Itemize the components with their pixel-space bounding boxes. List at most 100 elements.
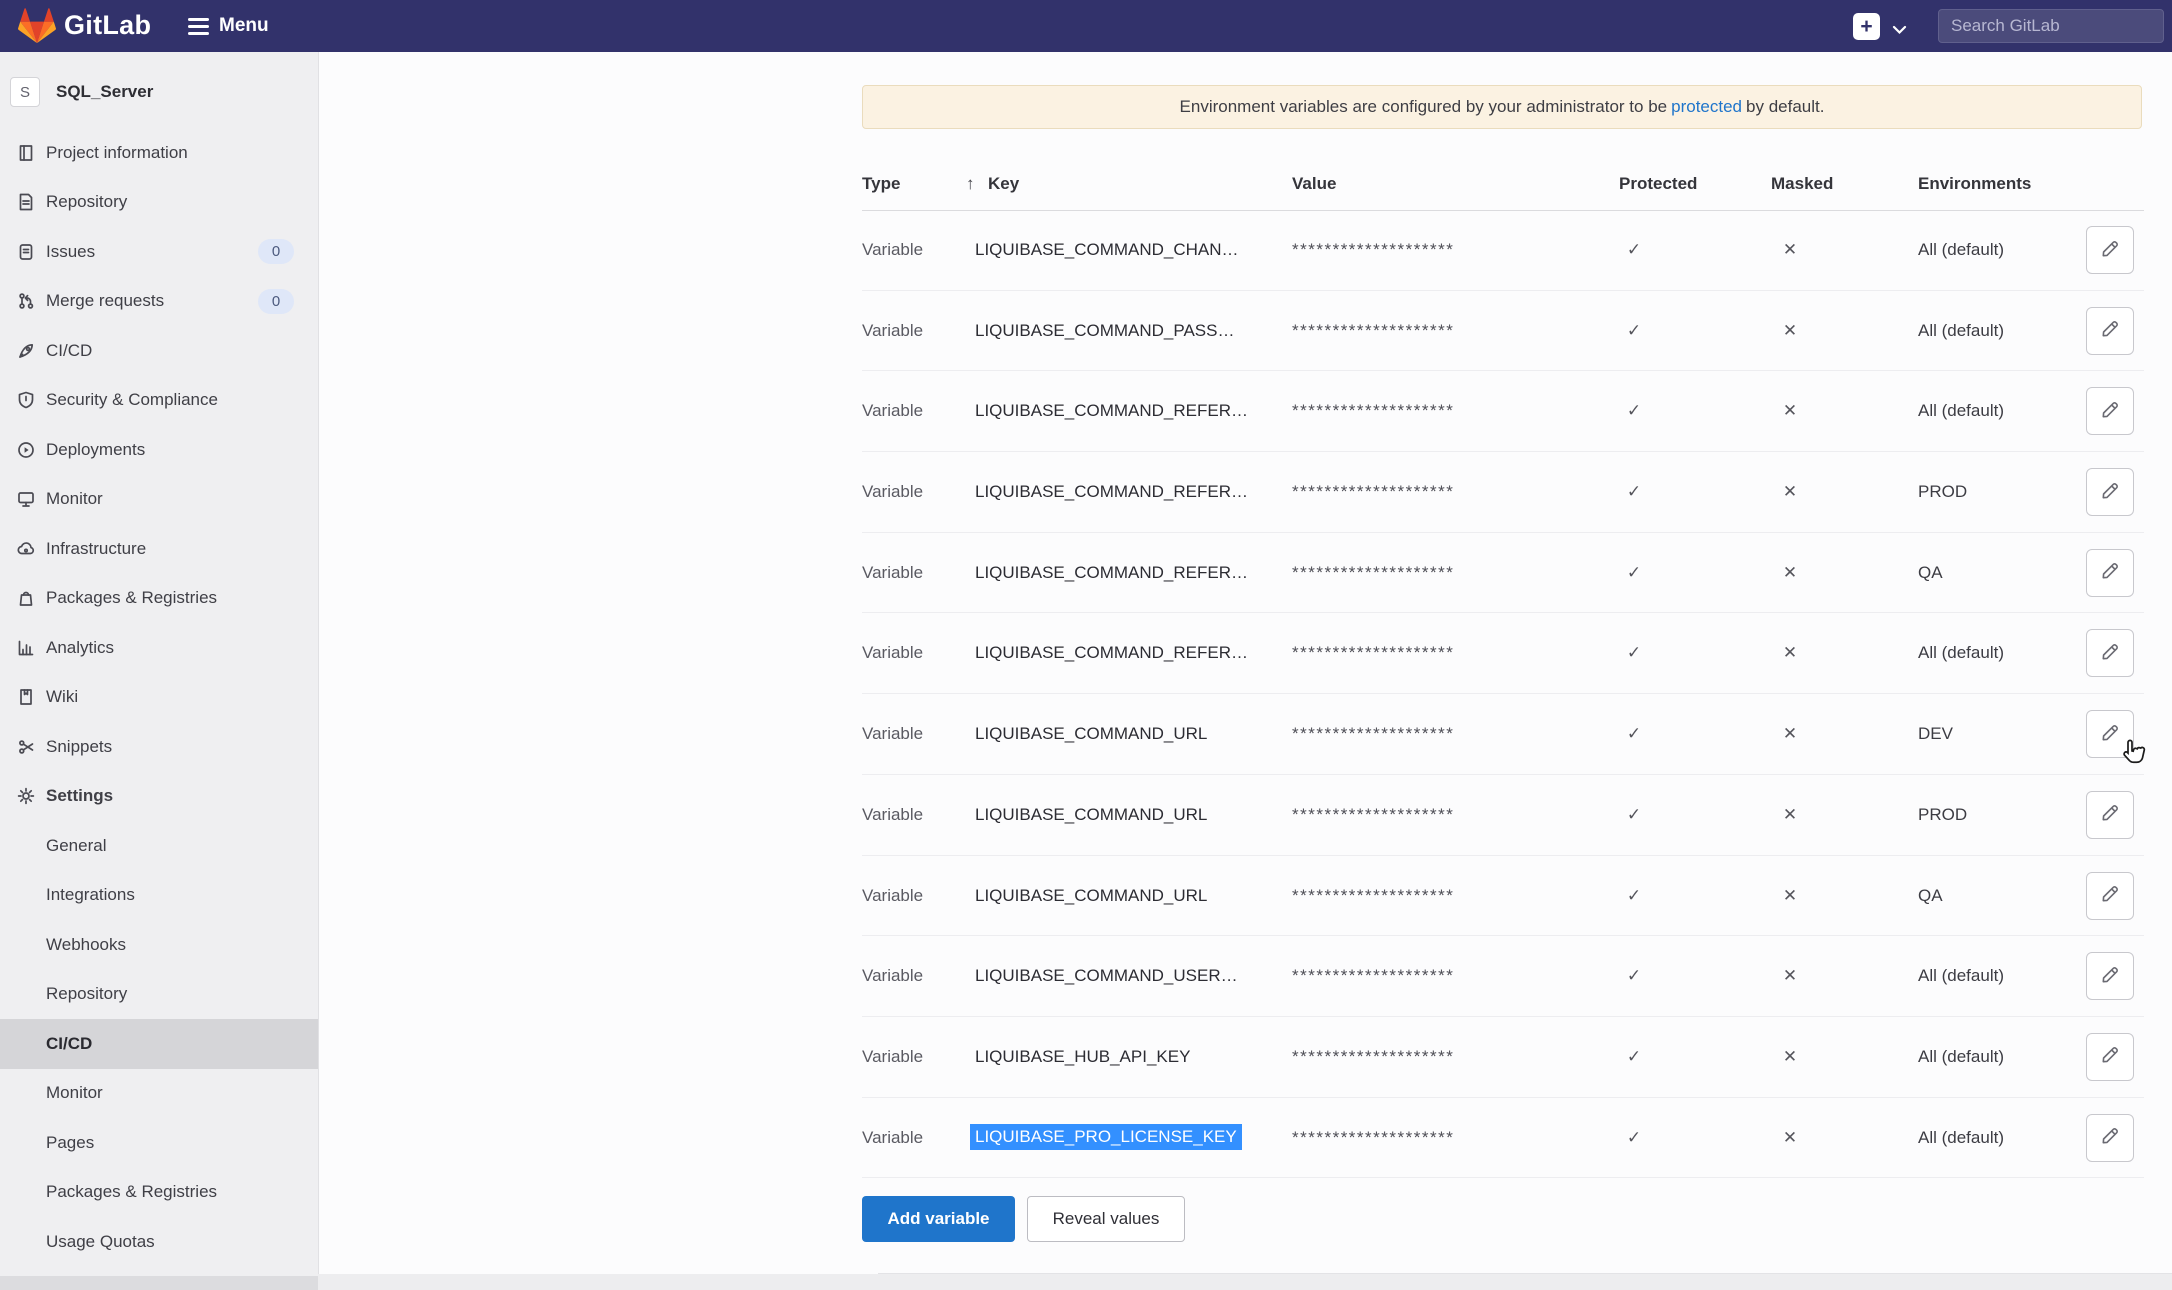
sidebar-item-general-sub[interactable]: General [0, 821, 318, 871]
variable-environments: All (default) [1918, 240, 2004, 260]
variable-environments: PROD [1918, 805, 1967, 825]
sidebar-item-wiki[interactable]: Wiki [0, 673, 318, 723]
edit-variable-button[interactable] [2086, 952, 2134, 1000]
variable-environments: PROD [1918, 482, 1967, 502]
snippets-icon [14, 737, 38, 757]
packages-icon [14, 588, 38, 608]
edit-variable-button[interactable] [2086, 387, 2134, 435]
sidebar-item-packages-registries[interactable]: Packages & Registries [0, 574, 318, 624]
sidebar-item-ci-cd[interactable]: CI/CD [0, 326, 318, 376]
pencil-icon [2100, 723, 2120, 746]
pencil-icon [2100, 319, 2120, 342]
variable-type: Variable [862, 1047, 923, 1067]
sidebar-item-project-information[interactable]: Project information [0, 128, 318, 178]
masked-x-icon: ✕ [1770, 886, 1810, 906]
pencil-icon [2100, 803, 2120, 826]
sidebar-item-analytics[interactable]: Analytics [0, 623, 318, 673]
masked-x-icon: ✕ [1770, 563, 1810, 583]
menu-button[interactable]: Menu [188, 12, 269, 40]
add-variable-button[interactable]: Add variable [862, 1196, 1015, 1242]
sidebar-item-packages-registries-sub[interactable]: Packages & Registries [0, 1168, 318, 1218]
edit-variable-button[interactable] [2086, 226, 2134, 274]
sidebar-item-settings[interactable]: Settings [0, 772, 318, 822]
edit-variable-button[interactable] [2086, 468, 2134, 516]
new-item-button[interactable]: + [1853, 13, 1880, 40]
variable-type: Variable [862, 886, 923, 906]
edit-variable-button[interactable] [2086, 1114, 2134, 1162]
sidebar-item-repository[interactable]: Repository [0, 178, 318, 228]
edit-variable-button[interactable] [2086, 629, 2134, 677]
variable-key: LIQUIBASE_COMMAND_URL [975, 724, 1207, 744]
project-header[interactable]: S SQL_Server [10, 76, 318, 108]
sidebar-item-ci-cd-sub[interactable]: CI/CD [0, 1019, 318, 1069]
variable-key: LIQUIBASE_COMMAND_REFER… [975, 563, 1248, 583]
sidebar-item-label: Repository [46, 984, 127, 1004]
sidebar-item-label: Issues [46, 242, 95, 262]
variable-row: VariableLIQUIBASE_COMMAND_REFER…********… [862, 613, 2144, 694]
sidebar-item-issues[interactable]: Issues0 [0, 227, 318, 277]
variable-masked-value: ******************** [1292, 643, 1454, 663]
masked-x-icon: ✕ [1770, 401, 1810, 421]
variable-row: VariableLIQUIBASE_COMMAND_CHAN…*********… [862, 210, 2144, 291]
variable-key: LIQUIBASE_PRO_LICENSE_KEY [970, 1124, 1242, 1150]
edit-variable-button[interactable] [2086, 549, 2134, 597]
sidebar-item-label: Webhooks [46, 935, 126, 955]
deployments-icon [14, 440, 38, 460]
protected-check-icon: ✓ [1614, 966, 1654, 986]
protected-check-icon: ✓ [1614, 643, 1654, 663]
variable-masked-value: ******************** [1292, 240, 1454, 260]
sidebar-item-label: CI/CD [46, 341, 92, 361]
variable-type: Variable [862, 1128, 923, 1148]
variable-environments: All (default) [1918, 1047, 2004, 1067]
variable-environments: DEV [1918, 724, 1953, 744]
sidebar-item-label: Merge requests [46, 291, 164, 311]
sidebar-item-label: Integrations [46, 885, 135, 905]
sidebar-item-label: Packages & Registries [46, 588, 217, 608]
variable-environments: All (default) [1918, 1128, 2004, 1148]
column-header-key[interactable]: Key [988, 174, 1019, 194]
sidebar-item-deployments[interactable]: Deployments [0, 425, 318, 475]
reveal-values-button[interactable]: Reveal values [1027, 1196, 1185, 1242]
protected-check-icon: ✓ [1614, 401, 1654, 421]
project-name: SQL_Server [56, 82, 153, 102]
edit-variable-button[interactable] [2086, 872, 2134, 920]
variable-row: VariableLIQUIBASE_HUB_API_KEY***********… [862, 1017, 2144, 1098]
protected-link[interactable]: protected [1671, 97, 1742, 117]
edit-variable-button[interactable] [2086, 1033, 2134, 1081]
edit-variable-button[interactable] [2086, 307, 2134, 355]
chevron-down-icon[interactable] [1892, 22, 1907, 40]
variable-type: Variable [862, 321, 923, 341]
sort-ascending-icon[interactable]: ↑ [966, 174, 975, 194]
variable-key: LIQUIBASE_COMMAND_REFER… [975, 643, 1248, 663]
protected-check-icon: ✓ [1614, 724, 1654, 744]
sidebar-item-webhooks-sub[interactable]: Webhooks [0, 920, 318, 970]
sidebar-item-merge-requests[interactable]: Merge requests0 [0, 277, 318, 327]
sidebar-item-pages-sub[interactable]: Pages [0, 1118, 318, 1168]
sidebar-item-repository-sub[interactable]: Repository [0, 970, 318, 1020]
sidebar-item-label: Packages & Registries [46, 1182, 217, 1202]
variable-key: LIQUIBASE_HUB_API_KEY [975, 1047, 1190, 1067]
merge-requests-icon [14, 291, 38, 311]
cicd-icon [14, 341, 38, 361]
pencil-icon [2100, 481, 2120, 504]
column-header-type: Type [862, 174, 900, 194]
settings-icon [14, 786, 38, 806]
search-input[interactable] [1939, 10, 2163, 42]
gitlab-tanuki-logo-icon[interactable] [18, 7, 56, 45]
sidebar-item-usage-quotas-sub[interactable]: Usage Quotas [0, 1217, 318, 1267]
variable-environments: All (default) [1918, 321, 2004, 341]
sidebar-item-monitor[interactable]: Monitor [0, 475, 318, 525]
edit-variable-button[interactable] [2086, 791, 2134, 839]
global-search [1938, 9, 2164, 43]
masked-x-icon: ✕ [1770, 805, 1810, 825]
pencil-icon [2100, 400, 2120, 423]
sidebar-item-snippets[interactable]: Snippets [0, 722, 318, 772]
masked-x-icon: ✕ [1770, 966, 1810, 986]
sidebar-item-monitor-sub[interactable]: Monitor [0, 1069, 318, 1119]
masked-x-icon: ✕ [1770, 321, 1810, 341]
sidebar-item-security-compliance[interactable]: Security & Compliance [0, 376, 318, 426]
variables-table-body: VariableLIQUIBASE_COMMAND_CHAN…*********… [862, 210, 2144, 1178]
edit-variable-button[interactable] [2086, 710, 2134, 758]
sidebar-item-integrations-sub[interactable]: Integrations [0, 871, 318, 921]
sidebar-item-infrastructure[interactable]: Infrastructure [0, 524, 318, 574]
